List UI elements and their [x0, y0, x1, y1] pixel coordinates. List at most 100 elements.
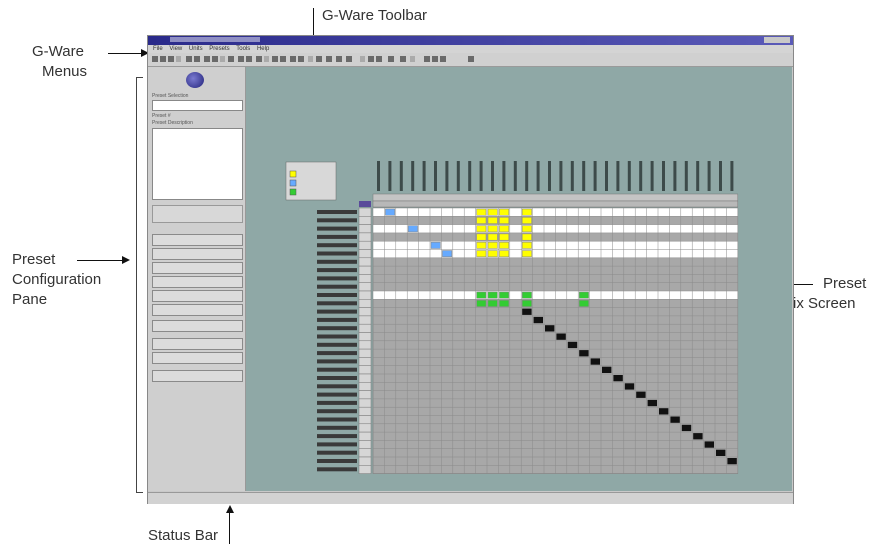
matrix-cell-diagonal: [590, 358, 600, 365]
toolbar-button-icon[interactable]: [432, 56, 438, 62]
matrix-column-label: [468, 161, 472, 191]
toolbar-button-icon[interactable]: [360, 56, 365, 62]
toolbar-button-icon[interactable]: [326, 56, 332, 62]
matrix-column-label: [536, 161, 540, 191]
preset-matrix[interactable]: [246, 67, 792, 491]
toolbar-button-icon[interactable]: [204, 56, 210, 62]
toolbar-button-icon[interactable]: [160, 56, 166, 62]
matrix-cell-diagonal: [579, 350, 589, 357]
toolbar-button-icon[interactable]: [168, 56, 174, 62]
window-title: [170, 37, 260, 42]
title-bar: [148, 36, 793, 45]
gware-window: File View Units Presets Tools Help Prese…: [147, 35, 794, 504]
matrix-column-numbers: [372, 200, 739, 208]
matrix-cell-diagonal: [659, 408, 669, 415]
matrix-column-label: [684, 161, 688, 191]
toolbar-button-icon[interactable]: [238, 56, 244, 62]
matrix-cell-yellow: [476, 250, 487, 258]
toolbar-button-icon[interactable]: [400, 56, 406, 62]
preset-action-button[interactable]: [152, 370, 243, 382]
toolbar-button-icon[interactable]: [220, 56, 225, 62]
matrix-column-label: [696, 161, 700, 191]
toolbar-button-icon[interactable]: [424, 56, 430, 62]
preset-action-button[interactable]: [152, 276, 243, 288]
matrix-column-label: [730, 161, 734, 191]
menu-tools[interactable]: Tools: [236, 46, 250, 52]
preset-action-button[interactable]: [152, 304, 243, 316]
toolbar-button-icon[interactable]: [290, 56, 296, 62]
toolbar-button-icon[interactable]: [336, 56, 342, 62]
preset-action-button[interactable]: [152, 248, 243, 260]
preset-selection-dropdown[interactable]: [152, 100, 243, 111]
window-buttons[interactable]: [764, 37, 790, 43]
matrix-callout-line1: Preset: [823, 275, 867, 292]
matrix-row-number: [358, 398, 372, 408]
toolbar-button-icon[interactable]: [256, 56, 262, 62]
toolbar-button-icon[interactable]: [272, 56, 278, 62]
matrix-row-number: [358, 216, 372, 225]
matrix-row-number: [358, 323, 372, 333]
matrix-cell-diagonal: [681, 424, 692, 432]
matrix-row-number: [358, 456, 372, 466]
toolbar-button-icon[interactable]: [280, 56, 286, 62]
toolbar-button-icon[interactable]: [264, 56, 269, 62]
matrix-row-number: [358, 340, 372, 350]
menu-units[interactable]: Units: [189, 46, 203, 52]
preset-description-field[interactable]: [152, 128, 243, 200]
matrix-cell-yellow: [521, 208, 532, 216]
preset-action-button[interactable]: [152, 352, 243, 364]
toolbar-button-icon[interactable]: [376, 56, 382, 62]
menus-callout-line1: G-Ware: [32, 43, 84, 60]
pane-callout-arrowhead: [122, 256, 130, 264]
pane-callout-line3: Pane: [12, 291, 48, 308]
status-callout-arrowhead: [226, 505, 234, 513]
toolbar-button-icon[interactable]: [298, 56, 304, 62]
matrix-cell-green: [521, 291, 532, 299]
matrix-row-number: [358, 207, 372, 217]
menu-presets[interactable]: Presets: [209, 46, 229, 52]
matrix-column-label: [434, 161, 437, 191]
menu-file[interactable]: File: [153, 46, 163, 52]
toolbar-button-icon[interactable]: [186, 56, 192, 62]
toolbar-button-icon[interactable]: [194, 56, 200, 62]
preset-action-button[interactable]: [152, 262, 243, 274]
preset-action-button[interactable]: [152, 338, 243, 350]
toolbar-button-icon[interactable]: [368, 56, 374, 62]
toolbar-button-icon[interactable]: [316, 56, 322, 62]
matrix-row-number: [358, 315, 372, 325]
legend-swatch: [289, 188, 297, 196]
matrix-column-label: [445, 161, 449, 191]
matrix-cell-yellow: [499, 217, 510, 224]
preset-action-button[interactable]: [152, 320, 243, 332]
menu-help[interactable]: Help: [257, 46, 269, 52]
matrix-row-number: [358, 406, 372, 416]
matrix-cell-yellow: [521, 225, 532, 233]
toolbar-button-icon[interactable]: [176, 56, 181, 62]
toolbar-button-icon[interactable]: [228, 56, 234, 62]
matrix-row-label: [317, 276, 357, 281]
matrix-row-label: [317, 326, 357, 331]
matrix-column-label: [707, 161, 711, 191]
toolbar-button-icon[interactable]: [308, 56, 313, 62]
matrix-column-label: [582, 161, 586, 191]
preset-action-button[interactable]: [152, 234, 243, 246]
matrix-column-label: [399, 161, 403, 191]
toolbar-button-icon[interactable]: [468, 56, 474, 62]
toolbar-button-icon[interactable]: [152, 56, 158, 62]
toolbar-button-icon[interactable]: [410, 56, 415, 62]
matrix-row-label: [317, 376, 357, 380]
matrix-row-number: [358, 299, 372, 308]
toolbar-button-icon[interactable]: [440, 56, 446, 62]
matrix-row-number: [358, 307, 372, 317]
matrix-column-label: [479, 161, 483, 191]
preset-action-button[interactable]: [152, 290, 243, 302]
toolbar-button-icon[interactable]: [212, 56, 218, 62]
menu-view[interactable]: View: [169, 46, 182, 52]
toolbar-button-icon[interactable]: [246, 56, 252, 62]
pane-callout-line1: Preset: [12, 251, 56, 268]
pane-bracket: [136, 77, 143, 493]
preset-control-strip[interactable]: [152, 205, 243, 223]
toolbar-button-icon[interactable]: [346, 56, 352, 62]
preset-description-label: Preset Description: [152, 120, 193, 126]
toolbar-button-icon[interactable]: [388, 56, 394, 62]
